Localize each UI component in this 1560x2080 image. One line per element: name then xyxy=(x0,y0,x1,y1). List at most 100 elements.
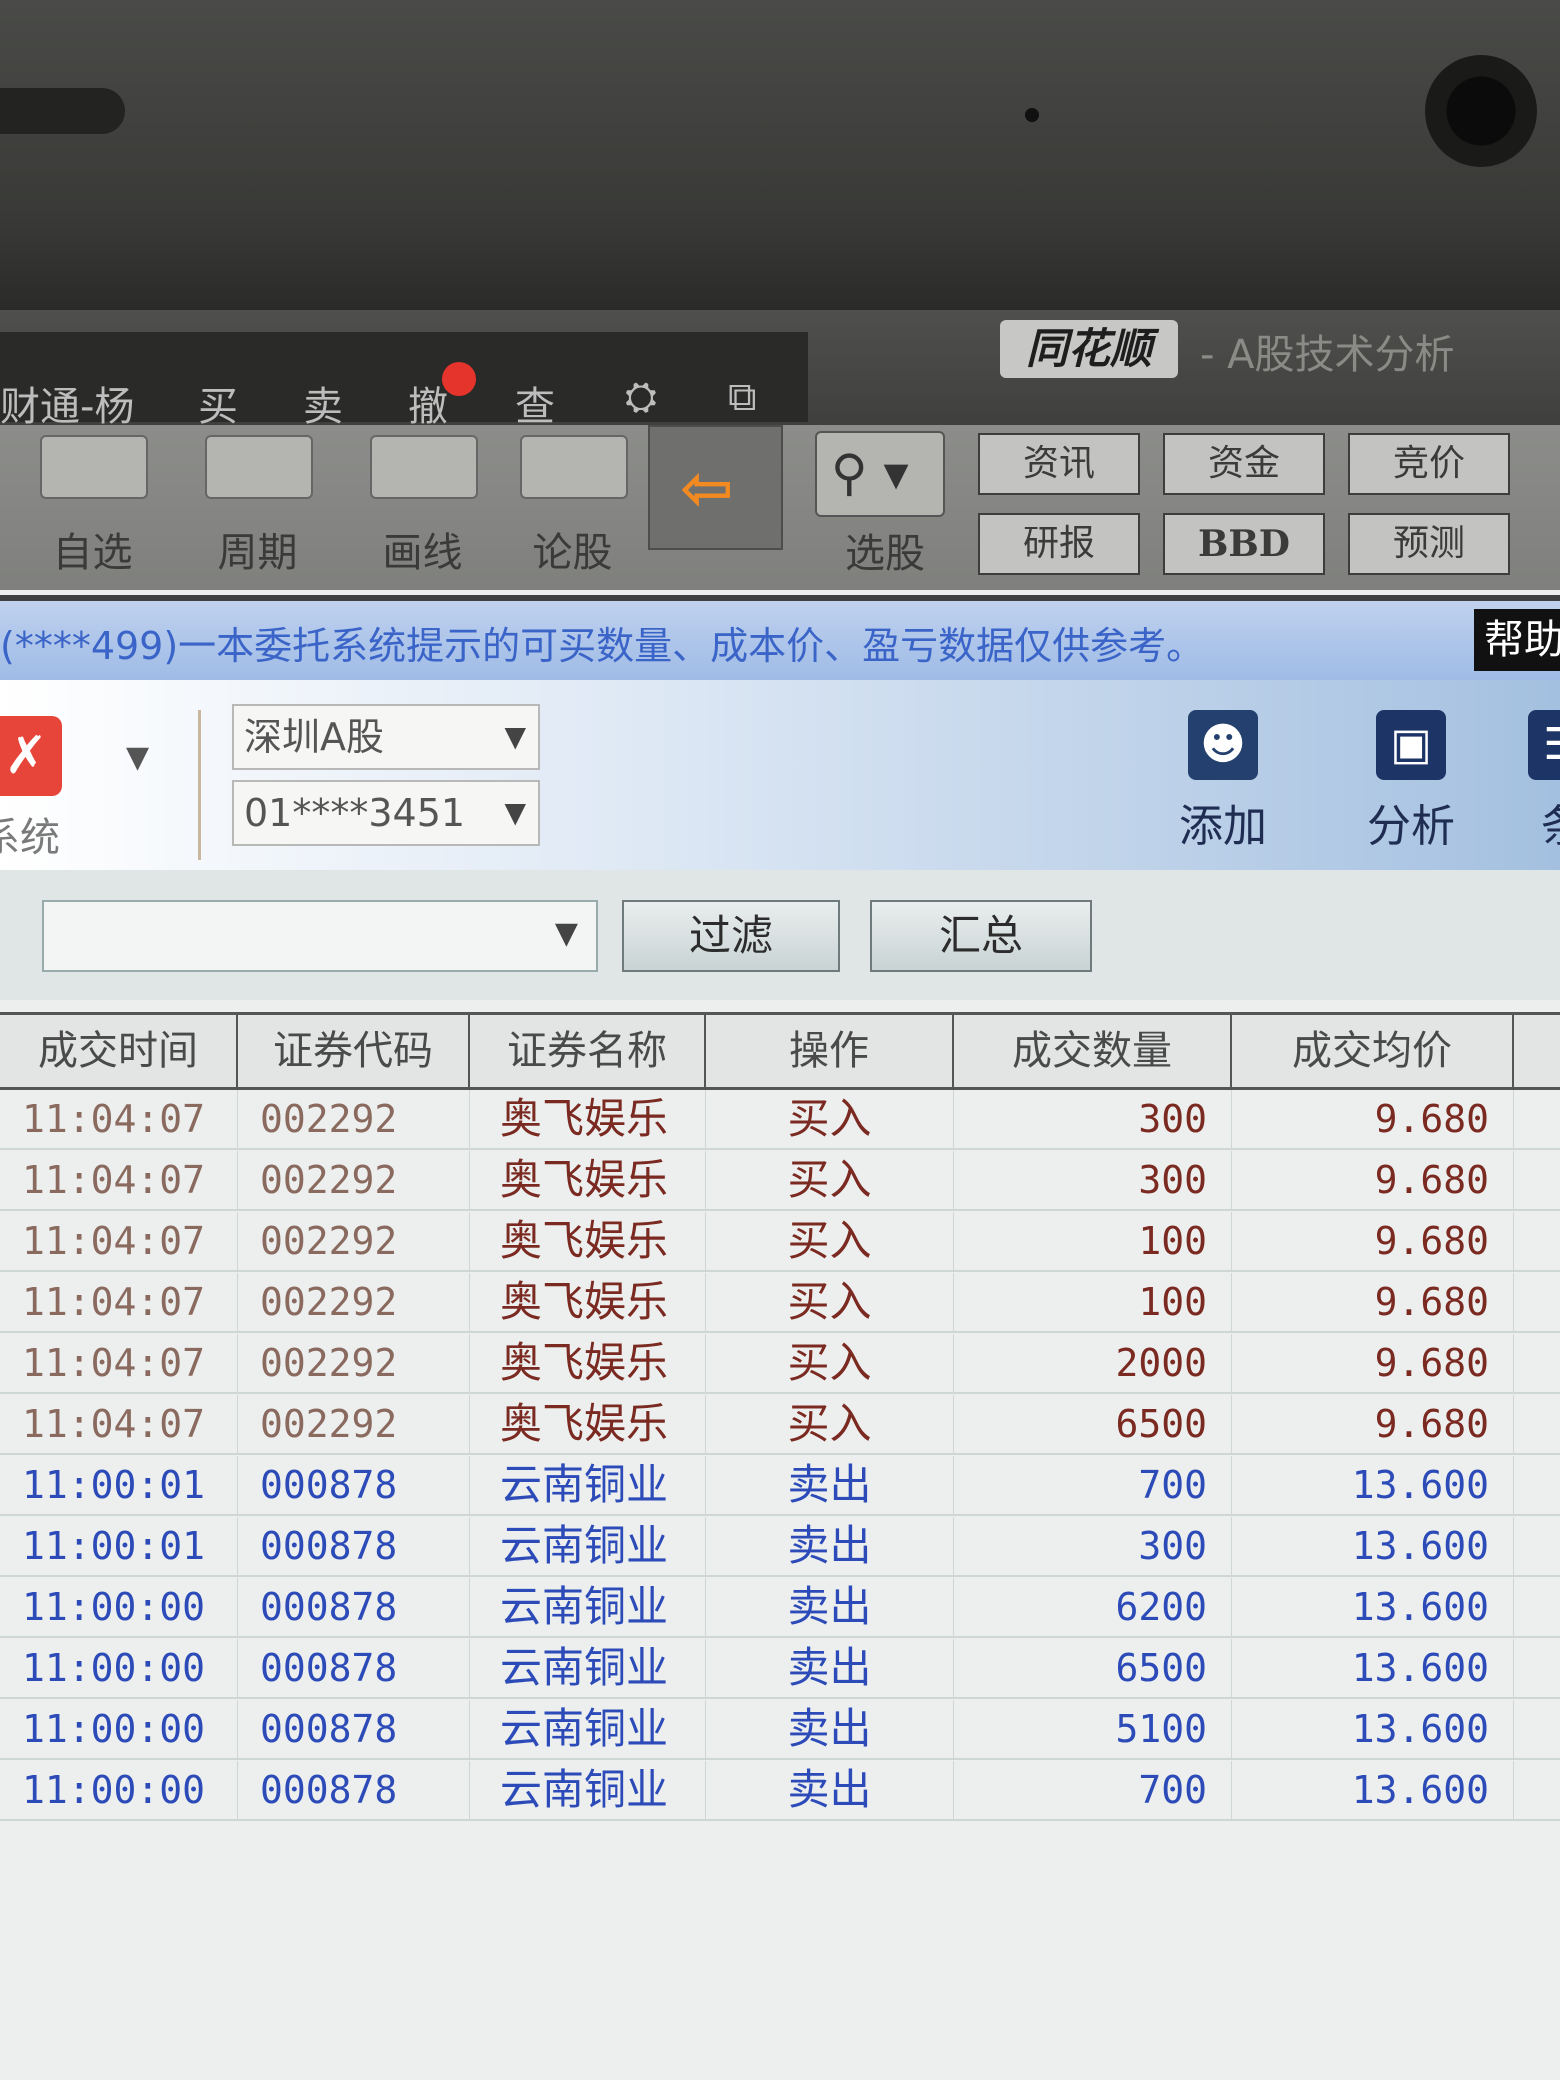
chevron-down-icon: ▼ xyxy=(554,916,578,951)
auction-button[interactable]: 竞价 xyxy=(1348,433,1510,495)
cell-op: 买入 xyxy=(706,1334,954,1392)
cell-code: 000878 xyxy=(238,1700,470,1758)
menu-sell[interactable]: 卖 xyxy=(303,374,343,432)
menu-buy[interactable]: 买 xyxy=(198,374,238,432)
menu-query[interactable]: 查 xyxy=(515,374,555,432)
cell-qty: 6500 xyxy=(954,1395,1232,1453)
cell-op: 买入 xyxy=(706,1395,954,1453)
add-user-icon: ☻ xyxy=(1188,710,1258,780)
watchlist-icon xyxy=(40,435,148,499)
table-row[interactable]: 11:04:07 002292 奥飞娱乐 买入 100 9.680 xyxy=(0,1212,1560,1272)
cell-qty: 300 xyxy=(954,1090,1232,1148)
tool-label: 周期 xyxy=(217,530,298,576)
cell-op: 卖出 xyxy=(706,1639,954,1697)
fund-flow-button[interactable]: 资金 xyxy=(1163,433,1325,495)
table-row[interactable]: 11:00:00 000878 云南铜业 卖出 6200 13.600 xyxy=(0,1578,1560,1638)
cell-code: 002292 xyxy=(238,1395,470,1453)
chevron-down-icon: ▼ xyxy=(504,720,526,753)
cell-price: 9.680 xyxy=(1232,1273,1514,1331)
cell-code: 000878 xyxy=(238,1578,470,1636)
main-toolbar: 自选 周期 画线 论股 ⇦ ⚲ ▾ 选股 资讯 资金 竞价 研报 BBD 预测 xyxy=(0,425,1560,590)
cell-code: 000878 xyxy=(238,1761,470,1819)
system-label[interactable]: 系统 xyxy=(0,805,60,863)
cell-op: 买入 xyxy=(706,1090,954,1148)
table-row[interactable]: 11:00:01 000878 云南铜业 卖出 300 13.600 xyxy=(0,1517,1560,1577)
analyze-label: 分析 xyxy=(1367,801,1455,852)
cell-code: 002292 xyxy=(238,1151,470,1209)
col-qty[interactable]: 成交数量 xyxy=(954,1015,1232,1087)
market-value: 深圳A股 xyxy=(244,715,384,759)
list-icon: ☰ xyxy=(1528,710,1560,780)
cell-time: 11:04:07 xyxy=(0,1090,238,1148)
news-button[interactable]: 资讯 xyxy=(978,433,1140,495)
webcam-icon xyxy=(1425,55,1537,167)
market-select[interactable]: 深圳A股 ▼ xyxy=(232,704,540,770)
cell-price: 9.680 xyxy=(1232,1151,1514,1209)
app-logo: 同花顺 xyxy=(1000,320,1178,378)
table-row[interactable]: 11:04:07 002292 奥飞娱乐 买入 300 9.680 xyxy=(0,1090,1560,1150)
tool-watchlist[interactable]: 自选 xyxy=(30,435,155,585)
table-row[interactable]: 11:04:07 002292 奥飞娱乐 买入 6500 9.680 xyxy=(0,1395,1560,1455)
cell-code: 002292 xyxy=(238,1212,470,1270)
cell-code: 002292 xyxy=(238,1334,470,1392)
account-bar: ✗ 系统 ▼ 深圳A股 ▼ 01****3451 ▼ ☻ 添加 ▣ 分析 ☰ 条 xyxy=(0,680,1560,870)
restore-window-icon[interactable]: ⧉ xyxy=(728,374,757,420)
bezel-sensor-dot xyxy=(1025,108,1039,122)
col-name[interactable]: 证券名称 xyxy=(470,1015,706,1087)
tool-label: 论股 xyxy=(532,530,613,576)
cell-qty: 6500 xyxy=(954,1639,1232,1697)
cell-op: 卖出 xyxy=(706,1517,954,1575)
cell-qty: 6200 xyxy=(954,1578,1232,1636)
cell-name: 奥飞娱乐 xyxy=(470,1090,706,1148)
tools-icon[interactable]: ✗ xyxy=(0,716,62,796)
add-button[interactable]: ☻ 添加 xyxy=(1168,710,1278,854)
cell-op: 卖出 xyxy=(706,1761,954,1819)
table-row[interactable]: 11:00:00 000878 云南铜业 卖出 700 13.600 xyxy=(0,1761,1560,1821)
col-time[interactable]: 成交时间 xyxy=(0,1015,238,1087)
tool-draw[interactable]: 画线 xyxy=(360,435,485,585)
cell-name: 奥飞娱乐 xyxy=(470,1273,706,1331)
cell-qty: 5100 xyxy=(954,1700,1232,1758)
summary-button[interactable]: 汇总 xyxy=(870,900,1092,972)
conditions-button[interactable]: ☰ 条 xyxy=(1508,710,1560,854)
table-row[interactable]: 11:00:00 000878 云南铜业 卖出 6500 13.600 xyxy=(0,1639,1560,1699)
table-row[interactable]: 11:04:07 002292 奥飞娱乐 买入 300 9.680 xyxy=(0,1151,1560,1211)
bbd-button[interactable]: BBD xyxy=(1163,513,1325,575)
cell-price: 9.680 xyxy=(1232,1395,1514,1453)
chevron-down-icon[interactable]: ▼ xyxy=(126,740,149,775)
menu-account[interactable]: 财通-杨 xyxy=(0,374,134,432)
cell-name: 云南铜业 xyxy=(470,1700,706,1758)
cell-qty: 700 xyxy=(954,1761,1232,1819)
cell-time: 11:00:00 xyxy=(0,1578,238,1636)
table-row[interactable]: 11:04:07 002292 奥飞娱乐 买入 2000 9.680 xyxy=(0,1334,1560,1394)
cell-code: 000878 xyxy=(238,1517,470,1575)
research-report-button[interactable]: 研报 xyxy=(978,513,1140,575)
tool-period[interactable]: 周期 xyxy=(195,435,320,585)
cell-qty: 100 xyxy=(954,1212,1232,1270)
forecast-button[interactable]: 预测 xyxy=(1348,513,1510,575)
col-price[interactable]: 成交均价 xyxy=(1232,1015,1514,1087)
account-select[interactable]: 01****3451 ▼ xyxy=(232,780,540,846)
analyze-button[interactable]: ▣ 分析 xyxy=(1356,710,1466,854)
cell-time: 11:00:00 xyxy=(0,1639,238,1697)
table-row[interactable]: 11:00:01 000878 云南铜业 卖出 700 13.600 xyxy=(0,1456,1560,1516)
cell-price: 13.600 xyxy=(1232,1761,1514,1819)
stock-screener-button[interactable]: ⚲ ▾ 选股 xyxy=(815,431,955,581)
cell-name: 奥飞娱乐 xyxy=(470,1151,706,1209)
app-screen: 财通-杨 买 卖 撤 查 ⛭ ⧉ 同花顺 - A股技术分析 自选 周期 画线 论… xyxy=(0,310,1560,2080)
back-button[interactable]: ⇦ xyxy=(648,425,783,550)
table-header: 成交时间 证券代码 证券名称 操作 成交数量 成交均价 xyxy=(0,1012,1560,1090)
cell-name: 奥飞娱乐 xyxy=(470,1395,706,1453)
col-code[interactable]: 证券代码 xyxy=(238,1015,470,1087)
table-row[interactable]: 11:04:07 002292 奥飞娱乐 买入 100 9.680 xyxy=(0,1273,1560,1333)
cell-op: 卖出 xyxy=(706,1456,954,1514)
help-button[interactable]: 帮助 xyxy=(1474,609,1560,671)
filter-combo[interactable]: ▼ xyxy=(42,900,598,972)
settings-icon[interactable]: ⛭ xyxy=(625,374,657,420)
table-row[interactable]: 11:00:00 000878 云南铜业 卖出 5100 13.600 xyxy=(0,1700,1560,1760)
tool-forum[interactable]: 论股 xyxy=(510,435,635,585)
filter-button[interactable]: 过滤 xyxy=(622,900,840,972)
cell-qty: 300 xyxy=(954,1151,1232,1209)
clock-icon xyxy=(205,435,313,499)
col-op[interactable]: 操作 xyxy=(706,1015,954,1087)
